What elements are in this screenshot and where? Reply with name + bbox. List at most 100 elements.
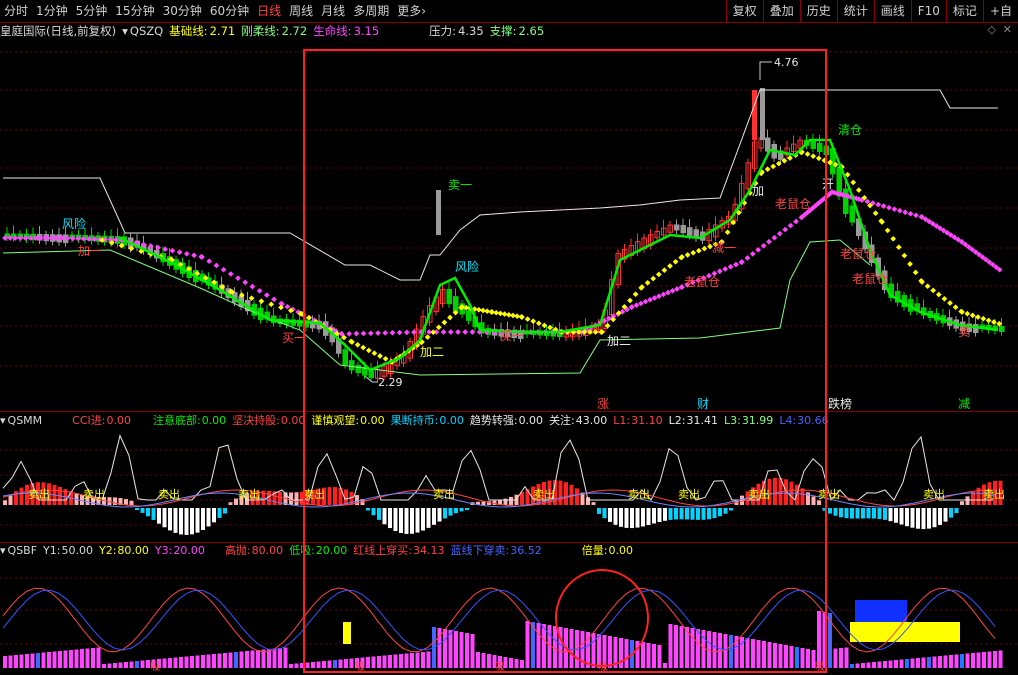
base-dot [632,291,639,298]
qsbf-bar [261,649,266,668]
qsbf-bar [822,612,827,668]
annotation-jiaer-1: 加二 [420,345,444,359]
qsmm-bar [971,491,975,505]
diamond-icon[interactable]: ◇ [988,23,996,36]
life-dot [447,329,454,335]
cci-label: CCI进: [72,414,106,427]
qsmm-bar [465,508,469,511]
tab-30min[interactable]: 30分钟 [159,0,206,22]
qsmm-bar [685,508,689,520]
qsbf-bar [646,643,651,668]
base-dot [489,309,495,315]
tab-monthly[interactable]: 月线 [317,0,349,22]
stats-button[interactable]: 统计 [836,0,874,22]
add-custom-button[interactable]: +自 [982,0,1018,22]
qsbf-bar [525,621,530,668]
qsmm-bar [184,508,189,535]
base-dot [354,341,361,348]
qushi-value: 0.00 [518,414,544,427]
f10-button[interactable]: F10 [910,0,946,22]
qsmm-chart[interactable]: 卖出 卖出 卖出 卖出 卖出 卖出 卖出 卖出 卖出 卖出 卖出 卖出 卖出 [0,430,1018,542]
candle-body [355,364,361,374]
qsmm-name: QSMM [7,414,43,427]
base-dot [991,319,997,325]
tab-1min[interactable]: 1分钟 [32,0,72,22]
qsmm-bar [195,508,200,533]
tab-more[interactable]: 更多› [393,0,430,22]
qsbf-bar [377,656,381,668]
qsbf-bar [553,626,557,668]
base-dot [764,166,771,173]
base-dot [690,249,697,256]
tab-15min[interactable]: 15分钟 [111,0,158,22]
qsmm-bar [817,500,821,505]
qsbf-bar [239,651,244,668]
qsbf-bar [85,648,90,668]
life-dot [776,230,783,237]
qsmm-sell-label: 卖出 [158,487,180,501]
qsbf-bar [118,662,123,668]
tab-60min[interactable]: 60分钟 [206,0,253,22]
qsbf-bar [767,642,772,668]
qsbf-bar [844,647,849,668]
base-dot [268,301,275,308]
history-button[interactable]: 历史 [799,0,837,22]
qsbf-bar [839,648,843,668]
qsmm-bar [833,508,838,516]
mark-button[interactable]: 标记 [945,0,983,22]
life-dot [271,296,277,303]
base-dot [510,312,516,319]
qsbf-bar [140,660,145,668]
qsmm-bar [701,508,706,520]
qsbf-bar [877,661,882,668]
tab-daily[interactable]: 日线 [253,0,285,22]
tab-multi-period[interactable]: 多周期 [349,0,393,22]
qsbf-bar [789,646,794,668]
base-dot [684,252,691,258]
qsmm-sell-label: 卖出 [628,487,650,501]
qsbf-bar [542,624,546,668]
qsbf-bar [784,645,788,668]
draw-line-button[interactable]: 画线 [873,0,911,22]
qsmm-bar [613,508,618,525]
marker-jian: 减 [958,397,970,411]
qsmm-bar [558,480,563,505]
fuquan-button[interactable]: 复权 [725,0,763,22]
qsmm-bar [635,508,640,528]
tab-5min[interactable]: 5分钟 [72,0,112,22]
qsbf-dropdown-icon[interactable]: ▾ [0,543,6,559]
qsmm-bar [426,508,431,528]
life-dot [886,204,892,211]
life-dot [722,266,729,272]
qsbf-bar [327,660,332,668]
qsbf-bar [751,639,755,668]
qsbf-bar [861,663,865,668]
base-dot [258,298,265,305]
zhicheng-value: 2.65 [518,24,545,38]
qsmm-dropdown-icon[interactable]: ▾ [0,413,6,429]
base-dot [447,314,453,321]
overlay-button[interactable]: 叠加 [762,0,800,22]
qsmm-bar [377,508,381,520]
y2-label: Y2: [98,544,117,557]
close-icon[interactable]: ✕ [1003,23,1012,36]
qsbf-bar [344,659,348,668]
shengming-value: 3.15 [353,24,380,38]
marker-zhang: 涨 [597,396,609,411]
qsbf-bar [91,648,95,668]
candle-body [999,325,1005,332]
indicator-dropdown-icon[interactable]: ▾ [122,23,128,39]
qsbf-chart[interactable]: 吸 吸 吸 吸 吸 [0,560,1018,675]
qsbf-bar [960,654,964,668]
base-dot [952,304,959,311]
qsbf-bar [954,654,959,668]
qsbf-bar [905,659,909,668]
tab-weekly[interactable]: 周线 [285,0,317,22]
base-dot [535,320,542,327]
qsbf-bar [998,650,1003,668]
tab-fenshi[interactable]: 分时 [0,0,32,22]
candlestick-chart[interactable]: 风险 加一 卖一 风险 加二 加二 买一 买一 清仓 老鼠仓 老鼠仓 老鼠仓 老… [0,40,1018,412]
candle-body [674,224,680,231]
life-dot [411,329,417,336]
qsmm-bar [162,508,167,528]
